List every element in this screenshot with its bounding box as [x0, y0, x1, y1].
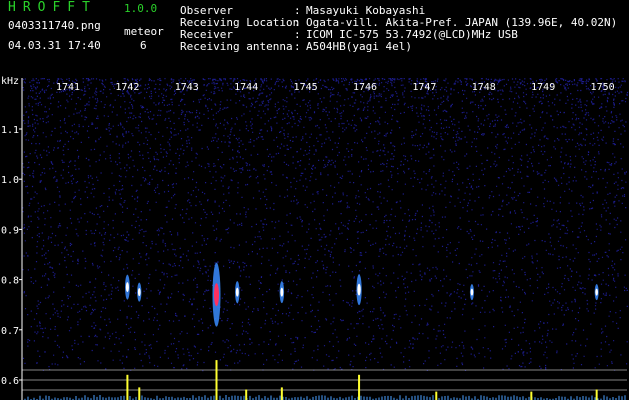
x-tick-label: 1750 [591, 82, 615, 93]
y-tick-label: 1.1 [1, 125, 19, 136]
y-tick-label: 0.8 [1, 276, 19, 287]
x-tick-label: 1744 [234, 82, 258, 93]
y-tick-label: 0.7 [1, 326, 19, 337]
spectrum-baseline [21, 395, 626, 400]
meteor-echo-core [357, 283, 361, 296]
y-tick-label: 0.9 [1, 225, 19, 236]
spectrogram: kHz 1.1 1.0 0.9 0.8 0.7 0.6 1741 1742 1743 1744 174… [1, 76, 629, 400]
spectrum-strip [21, 360, 627, 400]
meteor-echo-core [214, 283, 219, 307]
x-tick-label: 1747 [412, 82, 436, 93]
x-tick-label: 1748 [472, 82, 496, 93]
meteor-echo-core [137, 288, 141, 297]
meteor-echo-core [235, 287, 239, 297]
x-tick-label: 1743 [175, 82, 199, 93]
meteor-echo-core [595, 288, 598, 296]
x-tick-label: 1746 [353, 82, 377, 93]
echo-layer [125, 262, 599, 327]
noise-speckle [22, 78, 629, 372]
meteor-echo-core [470, 288, 474, 296]
y-tick-label: 0.6 [1, 376, 19, 387]
y-tick-label: 1.0 [1, 175, 19, 186]
x-tick-label: 1742 [115, 82, 139, 93]
x-tick-label: 1745 [294, 82, 318, 93]
meteor-echo-core [125, 282, 129, 293]
x-tick-label: 1749 [531, 82, 555, 93]
meteor-echo-core [280, 287, 284, 297]
y-axis-unit: kHz [1, 76, 19, 87]
x-tick-label: 1741 [56, 82, 80, 93]
noise-field [22, 78, 629, 372]
